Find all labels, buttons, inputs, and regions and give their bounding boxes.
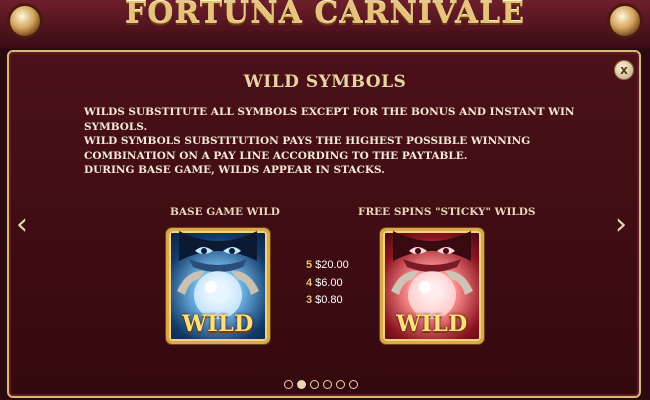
pagination-dots	[284, 380, 358, 389]
rule-line: WILD SYMBOLS SUBSTITUTION PAYS THE HIGHE…	[84, 135, 531, 162]
payout-count: 4	[306, 276, 313, 289]
payout-amount: $20.00	[315, 259, 349, 271]
title-banner: FORTUNA CARNIVALE	[0, 0, 650, 48]
base-game-wild-symbol: WILD	[166, 228, 270, 344]
next-page-arrow[interactable]: ›	[615, 210, 627, 240]
payout-count: 5	[306, 259, 313, 271]
pagination-dot[interactable]	[284, 380, 293, 389]
pagination-dot[interactable]	[349, 380, 358, 389]
pagination-dot[interactable]	[323, 380, 332, 389]
payout-row: 4 $6.00	[306, 275, 349, 293]
payout-table: 5 $20.00 4 $6.00 3 $0.80	[306, 257, 349, 310]
pagination-dot[interactable]	[336, 380, 345, 389]
page-heading: WILD SYMBOLS	[243, 72, 407, 92]
wild-badge: WILD	[182, 311, 254, 337]
rule-line: WILDS SUBSTITUTE ALL SYMBOLS EXCEPT FOR …	[84, 106, 575, 133]
right-orb-ornament	[610, 6, 640, 36]
wild-badge: WILD	[396, 311, 468, 337]
free-spins-sticky-wild-symbol: WILD	[380, 228, 484, 344]
payout-amount: $0.80	[315, 294, 343, 306]
rules-description: WILDS SUBSTITUTE ALL SYMBOLS EXCEPT FOR …	[84, 105, 584, 178]
pagination-dot[interactable]	[310, 380, 319, 389]
payout-count: 3	[306, 294, 313, 306]
payout-amount: $6.00	[315, 276, 343, 289]
paytable-panel	[7, 50, 641, 398]
base-game-wild-label: BASE GAME WILD	[170, 206, 280, 218]
previous-page-arrow[interactable]: ‹	[16, 210, 28, 240]
payout-row: 3 $0.80	[306, 292, 349, 310]
payout-row: 5 $20.00	[306, 257, 349, 275]
game-title: FORTUNA CARNIVALE	[124, 0, 526, 31]
pagination-dot[interactable]	[297, 380, 306, 389]
rule-line: DURING BASE GAME, WILDS APPEAR IN STACKS…	[84, 164, 385, 176]
free-spins-wild-label: FREE SPINS "STICKY" WILDS	[358, 206, 536, 218]
